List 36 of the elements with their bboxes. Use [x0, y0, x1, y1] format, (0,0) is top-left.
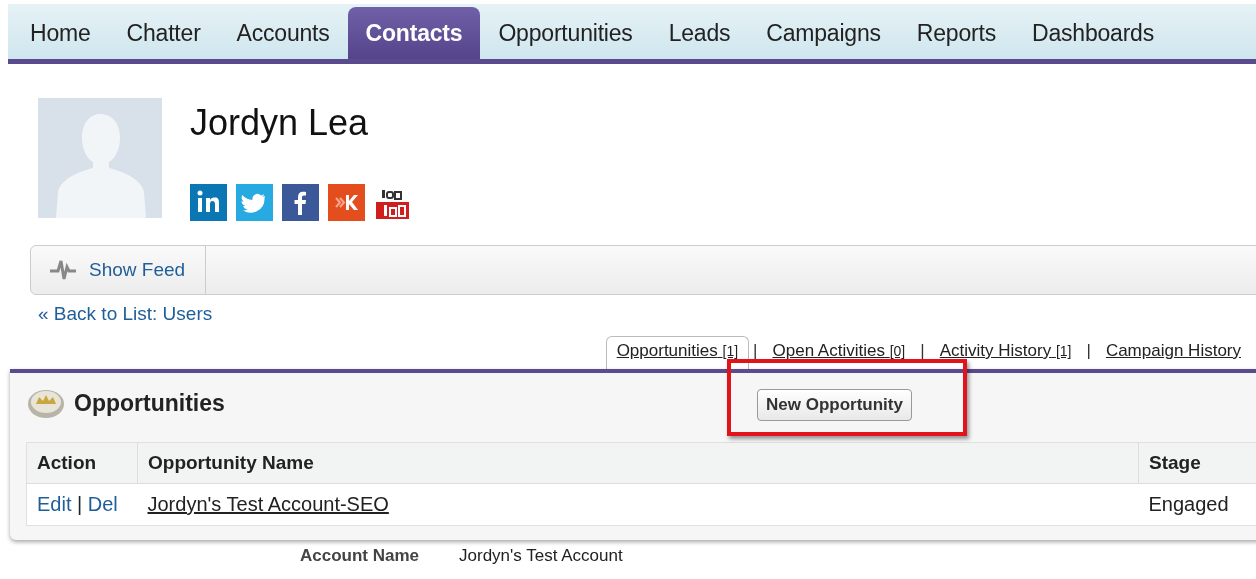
- nav-tab[interactable]: Leads: [650, 7, 749, 59]
- new-opportunity-button[interactable]: New Opportunity: [757, 389, 912, 421]
- bird-icon[interactable]: [236, 184, 273, 221]
- delete-link[interactable]: Del: [87, 493, 118, 515]
- opportunity-link[interactable]: Jordyn's Test Account-SEO: [147, 493, 389, 515]
- nav-tab[interactable]: Opportunities: [480, 7, 651, 59]
- nav-tab[interactable]: Reports: [898, 7, 1014, 59]
- edit-link[interactable]: Edit: [37, 493, 72, 515]
- panel-title: Opportunities: [74, 389, 225, 417]
- separator: |: [1085, 341, 1092, 362]
- linkedin-icon[interactable]: [190, 184, 227, 221]
- nav-tab[interactable]: Campaigns: [748, 7, 899, 59]
- related-list-tab[interactable]: Opportunities [1]: [605, 336, 750, 369]
- nav-tab[interactable]: Home: [12, 7, 109, 59]
- facebook-icon[interactable]: [282, 184, 319, 221]
- field-label: Account Name: [300, 546, 420, 566]
- column-header: Opportunity Name: [137, 442, 1139, 484]
- stage-cell: Engaged: [1148, 493, 1229, 515]
- separator: |: [919, 341, 926, 362]
- separator: |: [77, 493, 83, 515]
- contact-name: Jordyn Lea: [190, 102, 370, 144]
- field-value: Jordyn's Test Account: [459, 546, 623, 566]
- nav-tab[interactable]: Dashboards: [1014, 7, 1172, 59]
- nav-tab[interactable]: Chatter: [108, 7, 219, 59]
- related-list-tab[interactable]: Open Activities [0]: [761, 336, 917, 369]
- column-header: Stage: [1138, 442, 1256, 484]
- nav-tab[interactable]: Accounts: [218, 7, 348, 59]
- related-list-tab[interactable]: Activity History [1]: [928, 336, 1083, 369]
- show-feed-button[interactable]: Show Feed: [31, 246, 207, 294]
- separator: |: [752, 341, 759, 362]
- related-list-tab[interactable]: Campaign History: [1094, 336, 1252, 369]
- pulse-icon: [49, 259, 77, 281]
- k-logo-icon[interactable]: [328, 184, 365, 221]
- column-header: Action: [26, 442, 138, 484]
- back-link[interactable]: « Back to List: Users: [38, 303, 213, 325]
- nav-tab[interactable]: Contacts: [347, 7, 481, 59]
